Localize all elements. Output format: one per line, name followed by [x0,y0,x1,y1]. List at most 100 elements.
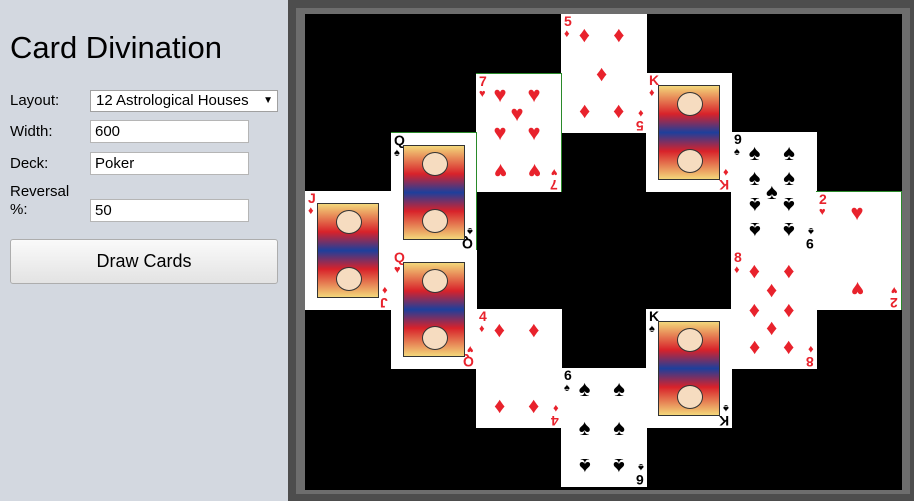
control-panel: Card Divination Layout: 12 Astrological … [0,0,287,501]
card-rank-bottom: 2 [890,295,898,311]
draw-cards-button[interactable]: Draw Cards [10,239,278,284]
card-pip: ♥ [510,101,524,127]
card-pip: ♦ [493,317,506,343]
card-rank-bottom: K [718,177,729,193]
card-suit-top: ♠ [649,323,655,335]
card-pip: ♦ [578,99,591,125]
portrait-head [677,92,703,116]
card-pip: ♦ [613,99,625,125]
card-8-diamonds[interactable]: 8 ♦ 8 ♦ ♦ ♦ ♦ ♦ ♦ ♦ ♦ ♦ [731,249,817,370]
card-pip: ♠ [748,192,761,218]
deck-input[interactable]: Poker [90,152,249,175]
portrait-head-mirrored [422,326,448,350]
card-rank-bottom: 7 [550,177,558,193]
card-suit-top: ♠ [734,146,740,158]
card-king-spades[interactable]: K ♠ K ♠ [646,309,732,429]
card-suit-top: ♦ [734,264,740,276]
card-pip: ♥ [850,276,864,302]
card-suit-bottom: ♦ [808,343,814,355]
card-pip: ♦ [783,258,795,284]
layout-select-value: 12 Astrological Houses [96,92,249,109]
card-rank-top: 8 [734,249,742,265]
card-pip: ♦ [748,296,761,322]
card-suit-top: ♦ [308,205,314,217]
card-pip: ♥ [527,82,541,108]
card-rank-top: 5 [564,14,572,29]
portrait-head-mirrored [422,209,448,233]
card-suit-bottom: ♠ [723,402,729,414]
card-pip: ♠ [783,140,795,166]
card-pip: ♠ [613,453,625,479]
card-king-diamonds[interactable]: K ♦ K ♦ [646,73,732,193]
card-suit-top: ♥ [394,264,401,276]
card-queen-spades[interactable]: Q ♠ Q ♠ [391,132,477,252]
reversal-label-suffix: %: [10,201,28,218]
card-pip: ♦ [748,258,761,284]
card-pip: ♥ [493,82,507,108]
card-suit-top: ♥ [479,88,486,100]
card-pip: ♠ [783,165,795,191]
card-rank-bottom: 4 [551,413,559,429]
card-9-spades[interactable]: 9 ♠ 9 ♠ ♠ ♠ ♠ ♠ ♠ ♠ ♠ ♠ ♠ [731,131,817,252]
card-pip: ♠ [613,376,625,402]
court-card-portrait [317,203,379,298]
card-pip: ♥ [493,120,507,145]
card-suit-bottom: ♠ [467,225,473,237]
card-pip: ♠ [578,376,591,402]
card-pip: ♦ [528,317,540,343]
reversal-input[interactable]: 50 [90,199,249,222]
card-rank-top: 2 [819,191,827,207]
card-rank-top: 9 [734,131,742,147]
card-pip: ♦ [578,22,591,48]
width-input[interactable]: 600 [90,120,249,143]
card-pip: ♠ [766,178,778,204]
page-title: Card Divination [10,30,222,65]
card-queen-hearts[interactable]: Q ♥ Q ♥ [391,250,477,370]
card-pip: ♥ [527,158,541,184]
card-pip: ♠ [748,140,761,166]
card-pip: ♦ [596,60,608,86]
card-pip: ♦ [493,394,506,420]
card-suit-top: ♠ [564,382,570,394]
portrait-head [422,269,448,293]
width-label: Width: [10,123,53,140]
court-card-portrait [403,262,465,357]
card-4-diamonds[interactable]: 4 ♦ 4 ♦ ♦ ♦ ♦ ♦ [476,308,562,429]
card-suit-bottom: ♥ [551,166,558,178]
portrait-head-mirrored [677,149,703,173]
layout-select[interactable]: 12 Astrological Houses ▼ [90,90,278,112]
portrait-head [677,328,703,352]
card-2-hearts[interactable]: 2 ♥ 2 ♥ ♥ ♥ [816,191,902,311]
card-pip: ♦ [766,316,778,342]
court-card-portrait [658,85,720,180]
portrait-head [336,210,362,234]
card-suit-top: ♦ [479,323,485,335]
card-rank-top: 6 [564,367,572,383]
card-pip: ♥ [493,158,507,184]
card-pip: ♠ [748,217,761,243]
card-5-diamonds[interactable]: 5 ♦ 5 ♦ ♦ ♦ ♦ ♦ ♦ [561,14,647,134]
card-suit-bottom: ♠ [638,461,644,473]
card-board: 5 ♦ 5 ♦ ♦ ♦ ♦ ♦ ♦ 7 ♥ 7 ♥ ♥ ♥ ♥ ♥ ♥ ♥ ♥ K ♦ K ♦ Q ♠ Q ♠ 9 ♠ 9 ♠ ♠ ♠ ♠ ♠… [305,14,902,490]
card-rank-top: 7 [479,73,487,89]
card-rank-top: 4 [479,308,487,324]
card-pip: ♥ [527,120,541,145]
portrait-head-mirrored [677,385,703,409]
card-rank-bottom: 8 [806,354,814,370]
card-jack-diamonds[interactable]: J ♦ J ♦ [305,191,391,311]
card-pip: ♦ [766,277,778,303]
card-suit-bottom: ♥ [467,343,474,355]
card-suit-bottom: ♥ [891,284,898,296]
card-rank-bottom: 9 [806,236,814,252]
reversal-label: Reversal [10,183,70,200]
card-suit-top: ♥ [819,206,826,218]
deck-label: Deck: [10,155,49,172]
card-suit-top: ♦ [649,87,655,99]
court-card-portrait [403,145,465,240]
card-7-hearts[interactable]: 7 ♥ 7 ♥ ♥ ♥ ♥ ♥ ♥ ♥ ♥ [476,73,562,193]
card-suit-bottom: ♦ [553,402,559,414]
card-pip: ♦ [783,296,795,322]
card-suit-top: ♦ [564,28,570,40]
portrait-head [422,152,448,176]
card-6-spades[interactable]: 6 ♠ 6 ♠ ♠ ♠ ♠ ♠ ♠ ♠ [561,367,647,488]
